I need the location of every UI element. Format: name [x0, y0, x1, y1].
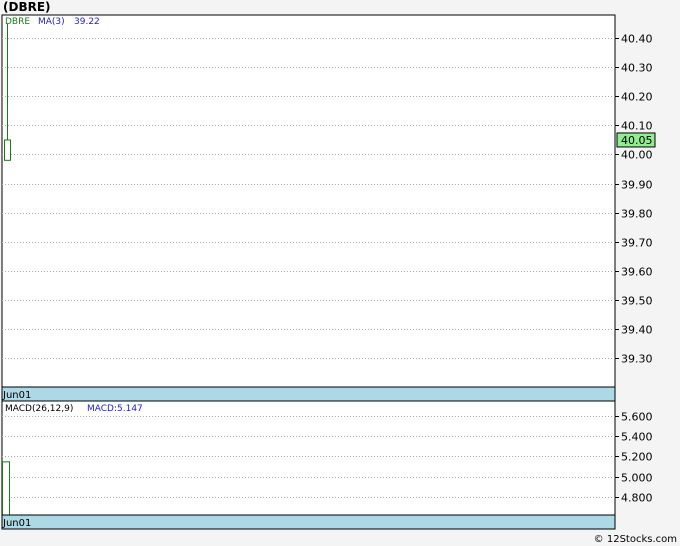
macd-bars: [2, 461, 10, 516]
last-price-label: 40.05: [621, 134, 653, 147]
macd-tick-label: 5.600: [621, 411, 653, 424]
macd-legend-value: MACD:5.147: [87, 404, 143, 414]
macd-date-bar: [1, 514, 616, 530]
price-tick-label: 39.90: [621, 179, 653, 192]
price-date-bar: [1, 386, 616, 402]
price-axis: 40.40 40.30 40.20 40.10 40.00 39.90 39.80 39.70…: [615, 33, 653, 366]
price-tick-label: 40.40: [621, 33, 653, 46]
macd-panel: 5.6005.4005.2005.0004.800 MACD(26,12,9) …: [1, 400, 653, 530]
macd-tick-label: 5.200: [621, 451, 653, 464]
price-tick-label: 39.60: [621, 266, 653, 279]
macd-tick-label: 4.800: [621, 492, 653, 505]
macd-legend-label: MACD(26,12,9): [5, 404, 73, 414]
price-tick-label: 40.10: [621, 120, 653, 133]
stock-chart: 40.40 40.30 40.20 40.10 40.00 39.90 39.80 39.70…: [1, 14, 656, 530]
price-plot-area: [1, 14, 616, 388]
price-tick-label: 39.70: [621, 237, 653, 250]
macd-tick-label: 5.000: [621, 472, 653, 485]
macd-date-label: Jun01: [2, 518, 31, 529]
site-credit: © 12Stocks.com: [593, 534, 677, 545]
price-legend-ma-label: MA(3): [38, 17, 65, 27]
price-legend-symbol: DBRE: [5, 17, 30, 27]
price-tick-label: 39.50: [621, 295, 653, 308]
price-tick-label: 39.80: [621, 208, 653, 221]
price-date-label: Jun01: [2, 390, 31, 401]
price-tick-label: 40.20: [621, 91, 653, 104]
last-price-marker: 40.05: [616, 132, 656, 148]
price-tick-label: 39.30: [621, 353, 653, 366]
price-legend-ma-value: 39.22: [74, 17, 100, 27]
price-panel: 40.40 40.30 40.20 40.10 40.00 39.90 39.80 39.70…: [1, 14, 656, 402]
price-tick-label: 40.00: [621, 149, 653, 162]
candle-body: [4, 139, 11, 161]
price-tick-label: 39.40: [621, 324, 653, 337]
macd-axis: 5.600 5.400 5.200 5.000 4.800: [615, 411, 653, 505]
price-tick-label: 40.30: [621, 62, 653, 75]
macd-tick-label: 5.400: [621, 431, 653, 444]
macd-bar: [2, 461, 10, 516]
